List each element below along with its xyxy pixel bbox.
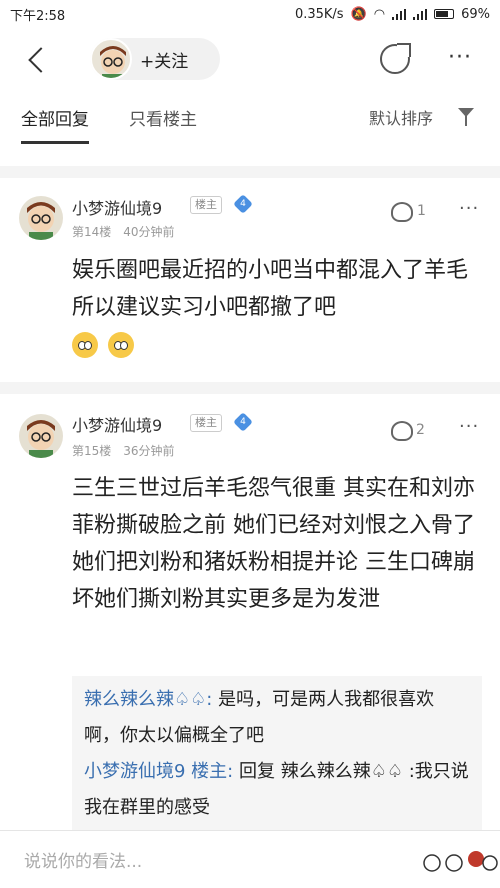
divider (0, 166, 500, 178)
status-icons: 0.35K/s 🔕 ◠ 69% (295, 7, 490, 22)
mute-icon: 🔕 (350, 6, 367, 22)
signal-icon (392, 8, 407, 20)
post-text: 三生三世过后羊毛怨气很重 其实在和刘亦菲粉撕破脸之前 她们已经对刘恨之入骨了 她… (72, 476, 475, 612)
like-icon[interactable] (391, 421, 413, 441)
sort-button[interactable]: 默认排序 (369, 105, 433, 129)
more-icon[interactable]: ··· (459, 416, 479, 437)
like-count: 1 (417, 203, 426, 219)
post-content: 三生三世过后羊毛怨气很重 其实在和刘亦菲粉撕破脸之前 她们已经对刘恨之入骨了 她… (72, 470, 482, 618)
sub-replies[interactable]: 辣么辣么辣♤♤: 是吗，可是两人我都很喜欢啊，你太以偏概全了吧 小梦游仙境9 楼… (72, 676, 482, 831)
op-badge: 楼主 (190, 196, 222, 214)
back-icon[interactable] (24, 45, 54, 75)
post-time: 40分钟前 (123, 225, 175, 239)
reply-author[interactable]: 小梦游仙境9 楼主: (84, 761, 233, 782)
post-time: 36分钟前 (123, 444, 175, 458)
reply-input-bar: 说说你的看法... (0, 830, 500, 888)
filter-icon[interactable] (458, 108, 474, 126)
nav-bar: +关注 ··· (0, 28, 500, 92)
tab-all-replies[interactable]: 全部回复 (21, 105, 89, 144)
post-content: 娱乐圈吧最近招的小吧当中都混入了羊毛 所以建议实习小吧都撤了吧 (72, 252, 482, 363)
tab-op-only[interactable]: 只看楼主 (129, 105, 197, 130)
share-icon[interactable] (380, 43, 411, 74)
network-speed: 0.35K/s (294, 6, 344, 22)
avatar[interactable] (19, 414, 63, 458)
reply-author[interactable]: 辣么辣么辣♤♤: (84, 689, 212, 710)
like-count: 2 (416, 422, 425, 438)
battery-level: 69% (461, 6, 490, 22)
reply-post: 小梦游仙境9 楼主 4 第14楼 40分钟前 1 ··· 娱乐圈吧最近招的小吧当中… (0, 178, 500, 388)
level-badge: 4 (233, 194, 253, 214)
comment-input[interactable]: 说说你的看法... (24, 847, 142, 872)
floor-number: 第14楼 (72, 225, 112, 239)
emoji-icon (108, 332, 134, 358)
signal-icon-2 (413, 8, 428, 20)
username[interactable]: 小梦游仙境9 (72, 412, 162, 436)
username[interactable]: 小梦游仙境9 (72, 195, 162, 219)
divider (0, 382, 500, 394)
post-meta: 第14楼 40分钟前 (72, 223, 175, 240)
status-bar: 下午2:58 0.35K/s 🔕 ◠ 69% (0, 0, 500, 28)
avatar[interactable] (90, 38, 132, 80)
more-icon[interactable]: ··· (448, 47, 472, 69)
sub-reply[interactable]: 辣么辣么辣♤♤: 是吗，可是两人我都很喜欢啊，你太以偏概全了吧 (84, 682, 470, 754)
follow-button[interactable]: +关注 (140, 47, 188, 72)
battery-icon (434, 9, 455, 19)
like-icon[interactable] (391, 202, 413, 222)
avatar[interactable] (19, 196, 63, 240)
floor-number: 第15楼 (72, 444, 112, 458)
status-time: 下午2:58 (10, 8, 66, 24)
post-text: 娱乐圈吧最近招的小吧当中都混入了羊毛 所以建议实习小吧都撤了吧 (72, 258, 469, 320)
level-badge: 4 (233, 412, 253, 432)
sub-reply[interactable]: 小梦游仙境9 楼主: 回复 辣么辣么辣♤♤ :我只说我在群里的感受 (84, 754, 470, 826)
sticker-icon[interactable] (418, 841, 498, 879)
more-icon[interactable]: ··· (459, 198, 479, 219)
post-meta: 第15楼 36分钟前 (72, 442, 175, 459)
emoji-icon (72, 332, 98, 358)
op-badge: 楼主 (190, 414, 222, 432)
reply-tabs: 全部回复 只看楼主 默认排序 (0, 92, 500, 144)
wifi-icon: ◠ (373, 6, 386, 22)
follow-pill[interactable]: +关注 (90, 38, 220, 80)
